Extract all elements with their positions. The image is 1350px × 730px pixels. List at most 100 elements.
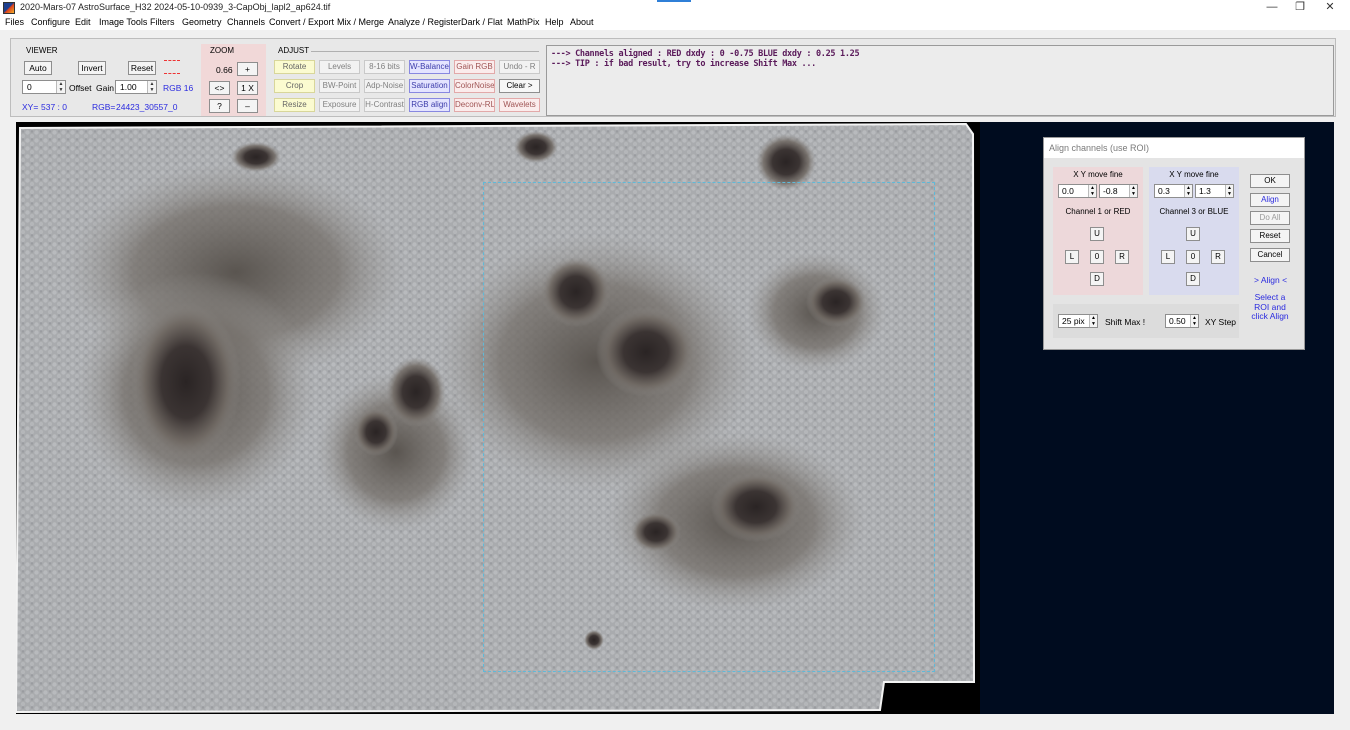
rgb-depth-label: RGB 16 bbox=[163, 83, 194, 93]
resize-button[interactable]: Resize bbox=[274, 98, 315, 112]
zoom-fit-button[interactable]: <> bbox=[209, 81, 230, 95]
zoom-help-button[interactable]: ? bbox=[209, 99, 230, 113]
minimize-button[interactable]: — bbox=[1258, 0, 1286, 16]
gain-stepper[interactable]: 1.00 ▲ ▼ bbox=[115, 80, 157, 94]
bits-8-16-button[interactable]: 8-16 bits bbox=[364, 60, 405, 74]
zoom-group: ZOOM 0.66 + <> 1 X ? – bbox=[201, 44, 266, 116]
blue-right-button[interactable]: R bbox=[1211, 250, 1225, 264]
menu-configure[interactable]: Configure bbox=[31, 17, 70, 27]
saturation-button[interactable]: Saturation bbox=[409, 79, 450, 93]
adjust-group: ADJUST Rotate Levels 8-16 bits W-Balance… bbox=[271, 44, 543, 116]
adjust-divider bbox=[311, 51, 539, 52]
crop-button[interactable]: Crop bbox=[274, 79, 315, 93]
message-line-1: ---> Channels aligned : RED dxdy : 0 -0.… bbox=[551, 49, 860, 59]
dialog-reset-button[interactable]: Reset bbox=[1250, 229, 1290, 243]
offset-stepper[interactable]: 0 ▲ ▼ bbox=[22, 80, 66, 94]
ok-button[interactable]: OK bbox=[1250, 174, 1290, 188]
xy-label: XY= bbox=[22, 102, 39, 112]
restore-button[interactable]: ❐ bbox=[1286, 0, 1314, 16]
auto-button[interactable]: Auto bbox=[24, 61, 52, 75]
xy-step-label: XY Step bbox=[1205, 317, 1237, 327]
message-line-2: ---> TIP : if bad result, try to increas… bbox=[551, 59, 816, 69]
xy-step-stepper[interactable]: 0.50 ▲ ▼ bbox=[1165, 314, 1199, 328]
spin-arrows-icon[interactable]: ▲ ▼ bbox=[1190, 315, 1198, 327]
spin-arrows-icon[interactable]: ▲ ▼ bbox=[1129, 185, 1137, 197]
rgb-align-button[interactable]: RGB align bbox=[409, 98, 450, 112]
red-x-value: 0.0 bbox=[1062, 186, 1074, 196]
blue-zero-button[interactable]: 0 bbox=[1186, 250, 1200, 264]
shift-max-stepper[interactable]: 25 pix ▲ ▼ bbox=[1058, 314, 1098, 328]
menu-filters[interactable]: Filters bbox=[150, 17, 175, 27]
dash-marker bbox=[164, 60, 180, 61]
spin-arrows-icon[interactable]: ▲ ▼ bbox=[1089, 315, 1097, 327]
menu-files[interactable]: Files bbox=[5, 17, 24, 27]
menu-help[interactable]: Help bbox=[545, 17, 564, 27]
h-contrast-button[interactable]: H-Contrast bbox=[364, 98, 405, 112]
menu-geometry[interactable]: Geometry bbox=[182, 17, 222, 27]
red-up-button[interactable]: U bbox=[1090, 227, 1104, 241]
window-title: 2020-Mars-07 AstroSurface_H32 2024-05-10… bbox=[20, 2, 331, 12]
offset-value: 0 bbox=[27, 82, 32, 92]
red-channel-panel: X Y move fine 0.0 ▲ ▼ -0.8 ▲ ▼ Channel 1 o… bbox=[1053, 167, 1143, 295]
wavelets-button[interactable]: Wavelets bbox=[499, 98, 540, 112]
blue-left-button[interactable]: L bbox=[1161, 250, 1175, 264]
red-x-stepper[interactable]: 0.0 ▲ ▼ bbox=[1058, 184, 1097, 198]
zoom-1x-button[interactable]: 1 X bbox=[237, 81, 258, 95]
menu-mix-merge[interactable]: Mix / Merge bbox=[337, 17, 384, 27]
rgb-label: RGB= bbox=[92, 102, 116, 112]
rotate-button[interactable]: Rotate bbox=[274, 60, 315, 74]
red-left-button[interactable]: L bbox=[1065, 250, 1079, 264]
menu-about[interactable]: About bbox=[570, 17, 594, 27]
bw-point-button[interactable]: BW-Point bbox=[319, 79, 360, 93]
roi-rectangle[interactable] bbox=[483, 182, 935, 672]
color-noise-button[interactable]: ColorNoise bbox=[454, 79, 495, 93]
message-area: ---> Channels aligned : RED dxdy : 0 -0.… bbox=[546, 45, 1334, 116]
red-move-header: X Y move fine bbox=[1073, 170, 1123, 179]
zoom-in-button[interactable]: + bbox=[237, 62, 258, 76]
menu-dark-flat[interactable]: Dark / Flat bbox=[461, 17, 503, 27]
menu-convert-export[interactable]: Convert / Export bbox=[269, 17, 334, 27]
spin-arrows-icon[interactable]: ▲ ▼ bbox=[1088, 185, 1096, 197]
align-button[interactable]: Align bbox=[1250, 193, 1290, 207]
blue-channel-label: Channel 3 or BLUE bbox=[1159, 207, 1229, 216]
spin-arrows-icon[interactable]: ▲ ▼ bbox=[1225, 185, 1233, 197]
spin-arrows-icon[interactable]: ▲ ▼ bbox=[147, 81, 156, 93]
gain-rgb-button[interactable]: Gain RGB bbox=[454, 60, 495, 74]
dash-marker bbox=[164, 73, 180, 74]
menu-mathpix[interactable]: MathPix bbox=[507, 17, 540, 27]
deconv-rl-button[interactable]: Deconv-RL bbox=[454, 98, 495, 112]
offset-label: Offset bbox=[69, 83, 92, 93]
blue-up-button[interactable]: U bbox=[1186, 227, 1200, 241]
menu-analyze-register[interactable]: Analyze / Register bbox=[388, 17, 461, 27]
blue-y-stepper[interactable]: 1.3 ▲ ▼ bbox=[1195, 184, 1234, 198]
xy-value: 537 : 0 bbox=[41, 102, 67, 112]
cancel-button[interactable]: Cancel bbox=[1250, 248, 1290, 262]
menu-bar: Files Configure Edit Image Tools Filters… bbox=[0, 16, 1350, 30]
red-zero-button[interactable]: 0 bbox=[1090, 250, 1104, 264]
levels-button[interactable]: Levels bbox=[319, 60, 360, 74]
blue-x-stepper[interactable]: 0.3 ▲ ▼ bbox=[1154, 184, 1193, 198]
exposure-button[interactable]: Exposure bbox=[319, 98, 360, 112]
red-channel-label: Channel 1 or RED bbox=[1065, 207, 1131, 216]
title-bar: 2020-Mars-07 AstroSurface_H32 2024-05-10… bbox=[0, 0, 1350, 16]
menu-image-tools[interactable]: Image Tools bbox=[99, 17, 147, 27]
red-y-stepper[interactable]: -0.8 ▲ ▼ bbox=[1099, 184, 1138, 198]
blue-down-button[interactable]: D bbox=[1186, 272, 1200, 286]
app-icon bbox=[3, 2, 15, 14]
white-balance-button[interactable]: W-Balance bbox=[409, 60, 450, 74]
menu-channels[interactable]: Channels bbox=[227, 17, 265, 27]
red-right-button[interactable]: R bbox=[1115, 250, 1129, 264]
reset-button[interactable]: Reset bbox=[128, 61, 156, 75]
clear-button[interactable]: Clear > bbox=[499, 79, 540, 93]
close-button[interactable]: ✕ bbox=[1316, 0, 1344, 16]
adaptive-noise-button[interactable]: Adp-Noise bbox=[364, 79, 405, 93]
spin-arrows-icon[interactable]: ▲ ▼ bbox=[56, 81, 65, 93]
undo-r-button[interactable]: Undo - R bbox=[499, 60, 540, 74]
do-all-button[interactable]: Do All bbox=[1250, 211, 1290, 225]
spin-arrows-icon[interactable]: ▲ ▼ bbox=[1184, 185, 1192, 197]
zoom-out-button[interactable]: – bbox=[237, 99, 258, 113]
invert-button[interactable]: Invert bbox=[78, 61, 106, 75]
red-down-button[interactable]: D bbox=[1090, 272, 1104, 286]
menu-edit[interactable]: Edit bbox=[75, 17, 91, 27]
image-frame bbox=[16, 122, 980, 714]
